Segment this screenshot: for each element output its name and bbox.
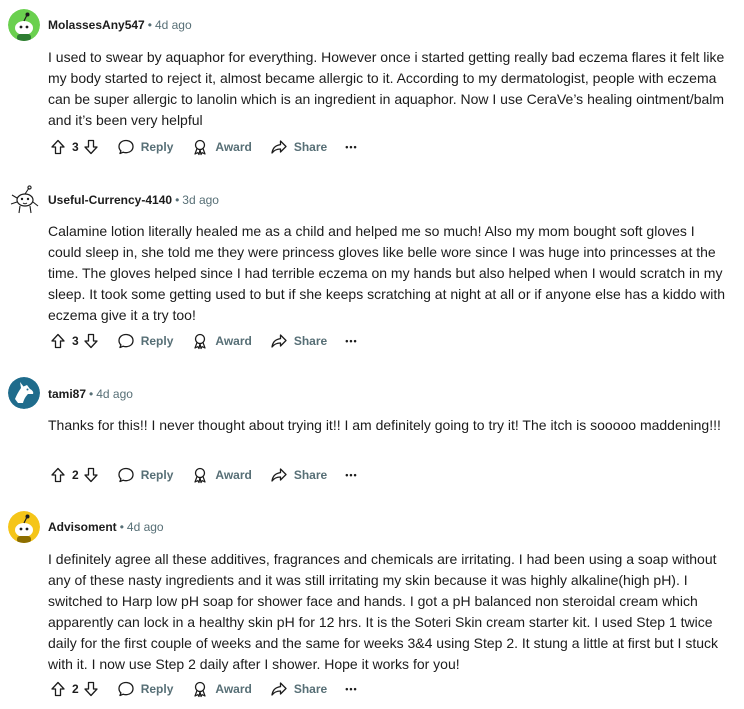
award-icon xyxy=(194,467,206,484)
timestamp[interactable]: 4d ago xyxy=(127,520,164,534)
comment-body: Calamine lotion literally healed me as a… xyxy=(48,223,726,323)
comment-actions: 2 Reply Award Share ••• xyxy=(44,459,364,491)
share-label: Share xyxy=(293,140,328,154)
timestamp[interactable]: 4d ago xyxy=(155,18,192,32)
timestamp[interactable]: 3d ago xyxy=(182,193,219,207)
more-options-button[interactable]: ••• xyxy=(339,131,363,163)
comment-meta: MolassesAny547 • 4d ago xyxy=(48,15,192,35)
separator-dot: • xyxy=(175,193,180,207)
ellipsis-icon: ••• xyxy=(345,470,358,480)
share-button[interactable]: Share xyxy=(264,673,333,705)
award-button[interactable]: Award xyxy=(185,325,257,357)
vote-controls: 3 xyxy=(44,325,105,357)
comment-actions: 3 Reply Award Share ••• xyxy=(44,131,364,163)
reply-label: Reply xyxy=(140,682,174,696)
username[interactable]: Useful-Currency-4140 xyxy=(48,193,172,207)
speech-bubble-icon xyxy=(118,333,134,349)
downvote-arrow-icon[interactable] xyxy=(83,681,99,697)
comment-meta: Advisoment • 4d ago xyxy=(48,517,164,537)
share-button[interactable]: Share xyxy=(264,459,333,491)
vote-count: 3 xyxy=(72,140,79,154)
reply-button[interactable]: Reply xyxy=(111,459,180,491)
vote-controls: 2 xyxy=(44,673,105,705)
reply-label: Reply xyxy=(140,140,174,154)
downvote-arrow-icon[interactable] xyxy=(83,333,99,349)
award-label: Award xyxy=(215,334,252,348)
dog-avatar-icon xyxy=(8,377,40,409)
reply-button[interactable]: Reply xyxy=(111,325,180,357)
comment-body: I definitely agree all these additives, … xyxy=(48,551,719,672)
speech-bubble-icon xyxy=(118,681,134,697)
avatar[interactable] xyxy=(8,9,40,41)
snoo-avatar-icon xyxy=(8,511,40,543)
award-button[interactable]: Award xyxy=(185,673,257,705)
reply-label: Reply xyxy=(140,468,174,482)
more-options-button[interactable]: ••• xyxy=(339,459,363,491)
award-icon xyxy=(194,681,206,698)
share-label: Share xyxy=(293,334,328,348)
upvote-arrow-icon[interactable] xyxy=(50,333,66,349)
share-arrow-icon xyxy=(271,140,287,154)
comment-body: Thanks for this!! I never thought about … xyxy=(48,417,721,433)
ellipsis-icon: ••• xyxy=(345,336,358,346)
vote-controls: 3 xyxy=(44,131,105,163)
avatar[interactable] xyxy=(8,184,40,216)
comment-actions: 3 Reply Award Share ••• xyxy=(44,325,364,357)
vote-count: 3 xyxy=(72,334,79,348)
reply-label: Reply xyxy=(140,334,174,348)
vote-count: 2 xyxy=(72,468,79,482)
ellipsis-icon: ••• xyxy=(345,142,358,152)
share-arrow-icon xyxy=(271,468,287,482)
downvote-arrow-icon[interactable] xyxy=(83,467,99,483)
separator-dot: • xyxy=(89,387,94,401)
downvote-arrow-icon[interactable] xyxy=(83,139,99,155)
username[interactable]: MolassesAny547 xyxy=(48,18,145,32)
timestamp[interactable]: 4d ago xyxy=(96,387,133,401)
vote-controls: 2 xyxy=(44,459,105,491)
avatar[interactable] xyxy=(8,511,40,543)
username[interactable]: tami87 xyxy=(48,387,86,401)
upvote-arrow-icon[interactable] xyxy=(50,681,66,697)
username[interactable]: Advisoment xyxy=(48,520,117,534)
snoo-avatar-icon xyxy=(8,9,40,41)
speech-bubble-icon xyxy=(118,467,134,483)
ellipsis-icon: ••• xyxy=(345,684,358,694)
share-button[interactable]: Share xyxy=(264,325,333,357)
avatar[interactable] xyxy=(8,377,40,409)
award-icon xyxy=(194,139,206,156)
comment-body: I used to swear by aquaphor for everythi… xyxy=(48,49,725,128)
reply-button[interactable]: Reply xyxy=(111,131,180,163)
share-label: Share xyxy=(293,468,328,482)
more-options-button[interactable]: ••• xyxy=(339,673,363,705)
comment-actions: 2 Reply Award Share ••• xyxy=(44,673,364,705)
reply-button[interactable]: Reply xyxy=(111,673,180,705)
award-label: Award xyxy=(215,468,252,482)
snoo-sketch-avatar-icon xyxy=(8,184,40,216)
speech-bubble-icon xyxy=(118,139,134,155)
comment-meta: Useful-Currency-4140 • 3d ago xyxy=(48,190,219,210)
award-label: Award xyxy=(215,682,252,696)
separator-dot: • xyxy=(147,18,152,32)
award-button[interactable]: Award xyxy=(185,459,257,491)
award-icon xyxy=(194,333,206,350)
share-arrow-icon xyxy=(271,682,287,696)
share-label: Share xyxy=(293,682,328,696)
more-options-button[interactable]: ••• xyxy=(339,325,363,357)
award-label: Award xyxy=(215,140,252,154)
share-arrow-icon xyxy=(271,334,287,348)
award-button[interactable]: Award xyxy=(185,131,257,163)
vote-count: 2 xyxy=(72,682,79,696)
upvote-arrow-icon[interactable] xyxy=(50,139,66,155)
share-button[interactable]: Share xyxy=(264,131,333,163)
separator-dot: • xyxy=(119,520,124,534)
comment-meta: tami87 • 4d ago xyxy=(48,384,133,404)
upvote-arrow-icon[interactable] xyxy=(50,467,66,483)
